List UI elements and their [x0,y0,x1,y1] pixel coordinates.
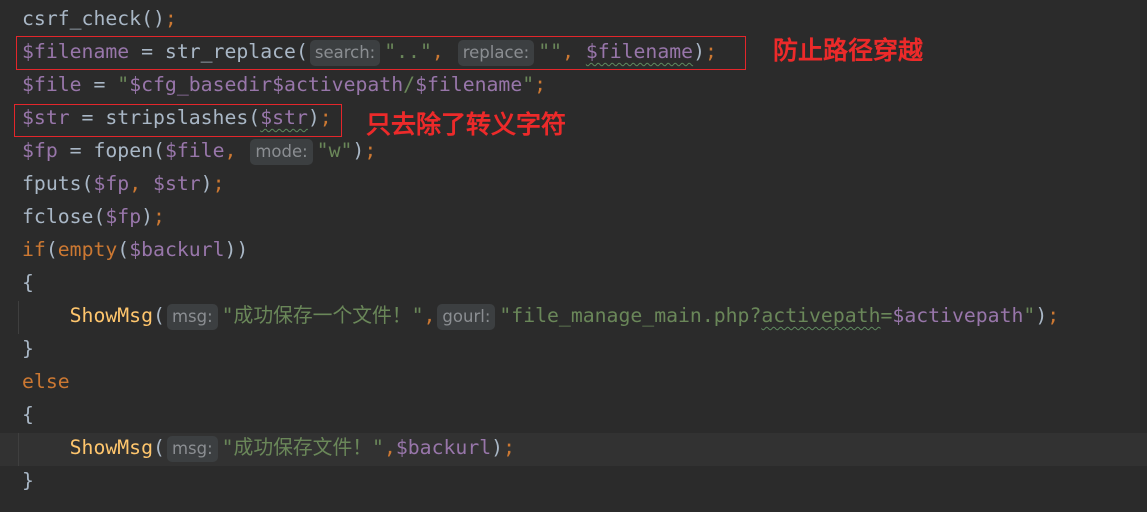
code-line[interactable]: { [0,400,1147,433]
code-token: ) [352,139,365,162]
code-token: / [403,73,416,96]
code-token: ShowMsg [22,304,154,327]
code-token: else [22,370,70,393]
code-line[interactable]: $fp = fopen($file, mode: "w"); [0,136,1147,169]
code-token: ; [503,436,515,459]
code-token: ( [153,436,165,459]
code-token: () [141,7,165,30]
code-token: ( [153,304,165,327]
indent-guide [18,301,19,334]
code-token: $fp [22,139,58,162]
code-token: ( [45,238,58,261]
code-token: fputs [22,172,82,195]
parameter-hint-msg: msg: [166,304,218,330]
parameter-hint-mode: mode: [250,139,313,165]
code-token: } [22,469,34,492]
code-token: ( [117,238,130,261]
code-token: } [22,337,34,360]
code-token: $str [153,172,201,195]
code-token: activepath [761,304,881,327]
parameter-hint-msg: msg: [166,436,218,462]
code-line-current[interactable]: ShowMsg(msg: "成功保存文件！",$backurl); [0,433,1147,466]
code-token: ) [491,436,504,459]
code-token: $filename [415,73,523,96]
code-line[interactable]: ShowMsg(msg: "成功保存一个文件！", gourl: "file_mana… [0,301,1147,334]
code-token: ( [93,205,106,228]
code-token: ; [534,73,547,96]
code-token: , [383,436,396,459]
code-token: "成功保存一个文件！" [221,304,424,327]
code-token: $file [164,139,225,162]
code-line[interactable]: } [0,334,1147,367]
code-token: ShowMsg [22,436,154,459]
code-token: "file_manage_main.php? [499,304,762,327]
code-token: ) [200,172,213,195]
code-token: fopen [93,139,154,162]
code-token: " [117,73,130,96]
code-line[interactable]: csrf_check(); [0,4,1147,37]
code-token: ; [164,7,177,30]
code-token: empty [57,238,118,261]
code-token: ; [364,139,377,162]
indent-guide [18,433,19,466]
code-token: $file [22,73,82,96]
code-token: if [22,238,46,261]
code-token: ; [153,205,165,228]
code-token: " [522,73,535,96]
code-token: $activepath [272,73,404,96]
code-token: "w" [316,139,353,162]
code-token: = [880,304,893,327]
code-token: csrf_check [22,7,142,30]
code-line[interactable]: fclose($fp); [0,202,1147,235]
code-line[interactable]: } [0,466,1147,499]
code-line[interactable]: { [0,268,1147,301]
code-token: )) [224,238,249,261]
code-token: = [57,139,94,162]
code-token: , [224,139,249,162]
code-token: ) [141,205,154,228]
code-line[interactable]: $file = "$cfg_basedir$activepath/$filena… [0,70,1147,103]
code-token: ( [153,139,165,162]
code-token: { [22,403,34,426]
annotation-prevent-path-traversal: 防止路径穿越 [773,36,924,65]
highlight-box-stripslashes-line [14,104,342,137]
code-token: " [1023,304,1036,327]
code-token: , [423,304,436,327]
code-token: fclose [22,205,94,228]
code-token: $cfg_basedir [129,73,273,96]
code-token: , [129,172,154,195]
code-token: $fp [93,172,130,195]
highlight-box-str-replace-line [16,36,746,70]
code-token: ; [212,172,225,195]
code-token: { [22,271,34,294]
code-token: ( [81,172,94,195]
code-token: = [81,73,118,96]
code-line[interactable]: fputs($fp, $str); [0,169,1147,202]
code-token: ) [1035,304,1048,327]
code-token: ; [1047,304,1060,327]
code-line[interactable]: if(empty($backurl)) [0,235,1147,268]
code-token: $activepath [892,304,1024,327]
annotation-only-strips-escapes: 只去除了转义字符 [366,110,567,139]
parameter-hint-gourl: gourl: [437,304,496,330]
code-token: $backurl [129,238,225,261]
code-token: "成功保存文件！" [221,436,384,459]
code-token: $backurl [395,436,492,459]
code-line[interactable]: else [0,367,1147,400]
code-editor[interactable]: csrf_check(); $filename = str_replace(sea… [0,0,1147,512]
code-token: $fp [105,205,142,228]
